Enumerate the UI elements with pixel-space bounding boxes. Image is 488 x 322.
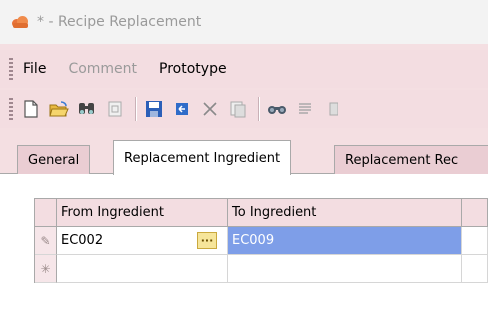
properties-icon[interactable] <box>105 99 125 119</box>
grid-header: From Ingredient To Ingredient <box>35 199 488 227</box>
tab-strip: General Replacement Ingredient Replaceme… <box>0 130 488 175</box>
open-folder-icon[interactable] <box>49 99 69 119</box>
edit-pencil-glyph: ✎ <box>40 233 51 248</box>
edit-pencil-icon: ✎ <box>35 227 57 255</box>
save-icon[interactable] <box>144 99 164 119</box>
app-icon <box>12 16 29 28</box>
tab-general[interactable]: General <box>17 145 91 174</box>
window-title: * - Recipe Replacement <box>37 14 202 30</box>
table-row-new[interactable]: ✳ <box>35 255 488 283</box>
empty-cell <box>462 255 488 283</box>
menu-bar: File Comment Prototype <box>0 50 488 88</box>
toolbar <box>0 90 488 128</box>
column-header-to-ingredient[interactable]: To Ingredient <box>228 199 462 227</box>
more-icon[interactable] <box>323 99 343 119</box>
new-document-icon[interactable] <box>21 99 41 119</box>
import-icon[interactable] <box>172 99 192 119</box>
empty-cell <box>462 227 488 255</box>
new-row-asterisk-icon: ✳ <box>35 255 57 283</box>
toolbar-separator <box>258 97 259 121</box>
to-ingredient-cell-new[interactable] <box>228 255 462 283</box>
delete-icon[interactable] <box>200 99 220 119</box>
row-header-corner[interactable] <box>35 199 57 227</box>
from-ingredient-cell[interactable]: EC002 ··· <box>57 227 228 255</box>
menu-grip-icon[interactable] <box>9 58 13 80</box>
tab-replacement-recipe[interactable]: Replacement Rec <box>334 145 488 174</box>
menu-prototype[interactable]: Prototype <box>159 61 227 77</box>
title-bar: * - Recipe Replacement <box>0 0 488 44</box>
copy-icon[interactable] <box>228 99 248 119</box>
ingredient-grid: From Ingredient To Ingredient ✎ EC002 ··… <box>34 198 488 283</box>
lookup-ellipsis-button[interactable]: ··· <box>197 232 217 249</box>
column-header-empty <box>462 199 488 227</box>
table-row[interactable]: ✎ EC002 ··· EC009 <box>35 227 488 255</box>
toolbar-grip-icon[interactable] <box>9 98 13 120</box>
new-row-glyph: ✳ <box>40 261 51 276</box>
to-ingredient-value: EC009 <box>232 233 275 248</box>
column-header-from-ingredient[interactable]: From Ingredient <box>57 199 228 227</box>
toolbar-separator <box>135 97 136 121</box>
menu-comment[interactable]: Comment <box>68 61 137 77</box>
from-ingredient-value: EC002 <box>61 233 104 248</box>
from-ingredient-cell-new[interactable] <box>57 255 228 283</box>
find-icon[interactable] <box>77 99 97 119</box>
tab-content: From Ingredient To Ingredient ✎ EC002 ··… <box>0 174 488 322</box>
menu-file[interactable]: File <box>23 61 46 77</box>
list-icon[interactable] <box>295 99 315 119</box>
tab-replacement-ingredient[interactable]: Replacement Ingredient <box>113 140 292 175</box>
to-ingredient-cell[interactable]: EC009 <box>228 227 462 255</box>
binoculars-icon[interactable] <box>267 99 287 119</box>
